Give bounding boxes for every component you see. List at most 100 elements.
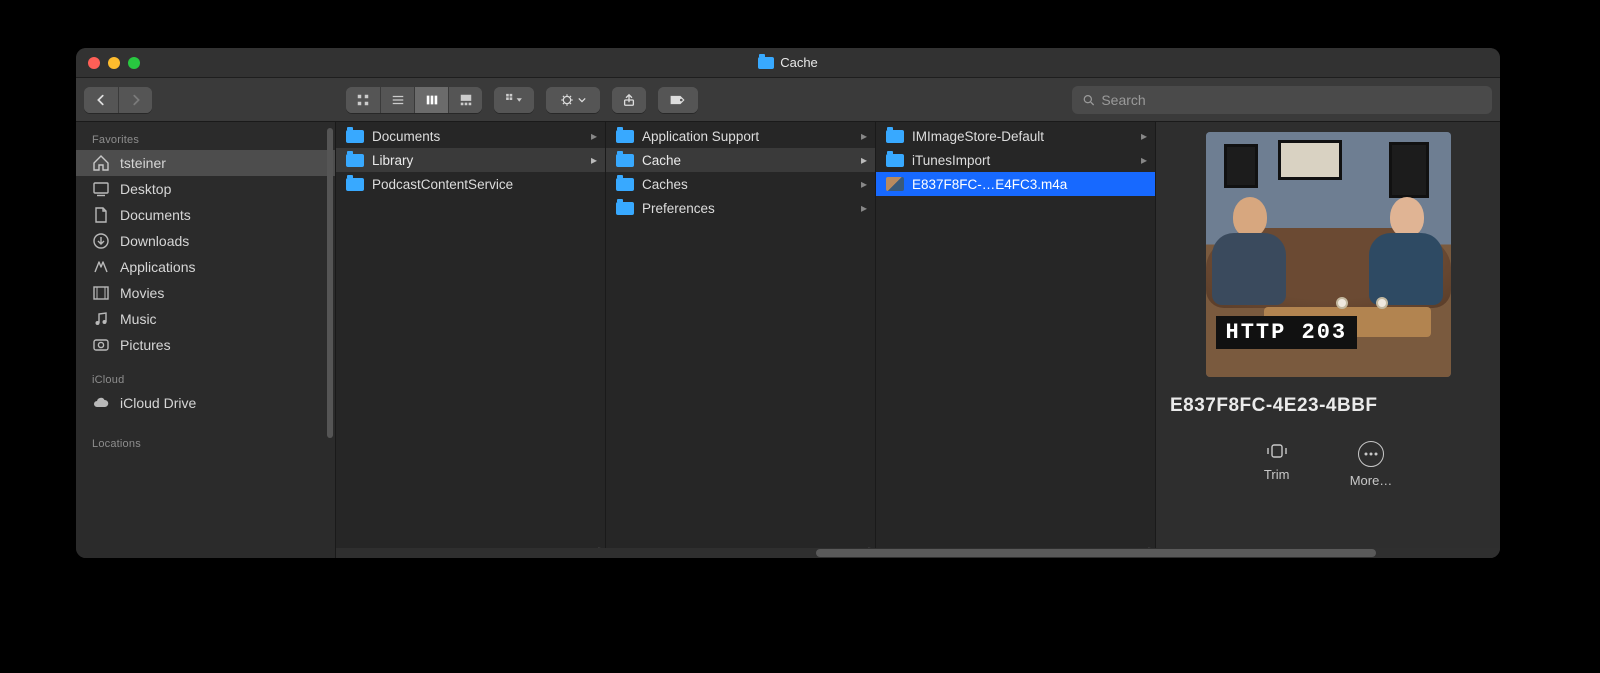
list-item[interactable]: Caches ▸ [606,172,875,196]
more-icon [1358,441,1384,467]
window-title: Cache [758,55,818,70]
tags-button-group [658,87,698,113]
applications-icon [92,259,110,275]
more-label: More… [1350,473,1393,488]
group-by-button-group [494,87,534,113]
sidebar-item-documents[interactable]: Documents [76,202,335,228]
folder-icon [616,130,634,143]
item-label: Caches [642,177,688,192]
horizontal-scrollbar[interactable] [336,548,1500,558]
share-button-group [612,87,646,113]
sidebar-item-downloads[interactable]: Downloads [76,228,335,254]
item-label: E837F8FC-…E4FC3.m4a [912,177,1067,192]
sidebar-item-label: tsteiner [120,155,166,171]
sidebar-item-home[interactable]: tsteiner [76,150,335,176]
trim-button[interactable]: Trim [1264,441,1290,488]
folder-icon [886,154,904,167]
action-menu-group [546,87,600,113]
chevron-right-icon: ▸ [1141,129,1147,143]
scrollbar-thumb[interactable] [816,549,1376,557]
preview-actions: Trim More… [1264,441,1393,488]
sidebar-item-music[interactable]: Music [76,306,335,332]
finder-window: Cache [76,48,1500,558]
zoom-window-button[interactable] [128,57,140,69]
folder-icon [346,178,364,191]
sidebar-item-label: Music [120,311,157,327]
item-label: Library [372,153,413,168]
sidebar-item-movies[interactable]: Movies [76,280,335,306]
sidebar-item-label: Pictures [120,337,171,353]
preview-thumbnail[interactable]: HTTP 203 [1206,132,1451,377]
toolbar [76,78,1500,122]
finder-body: Favorites tsteiner Desktop Documents Dow… [76,122,1500,558]
back-button[interactable] [84,87,118,113]
item-label: iTunesImport [912,153,990,168]
preview-pane: HTTP 203 E837F8FC-4E23-4BBF Trim More… [1156,122,1500,558]
download-icon [92,233,110,249]
desktop-icon [92,181,110,197]
action-menu-button[interactable] [546,87,600,113]
column-3[interactable]: IMImageStore-Default ▸ iTunesImport ▸ E8… [876,122,1156,558]
list-item[interactable]: Documents ▸ [336,124,605,148]
item-label: Documents [372,129,440,144]
search-field[interactable] [1072,86,1492,114]
sidebar-item-pictures[interactable]: Pictures [76,332,335,358]
chevron-right-icon: ▸ [591,153,597,167]
tags-button[interactable] [658,87,698,113]
sidebar-item-label: Downloads [120,233,189,249]
list-view-button[interactable] [380,87,414,113]
chevron-right-icon: ▸ [861,153,867,167]
share-button[interactable] [612,87,646,113]
sidebar-item-icloud-drive[interactable]: iCloud Drive [76,390,335,416]
chevron-right-icon: ▸ [591,129,597,143]
chevron-right-icon: ▸ [861,129,867,143]
document-icon [92,207,110,223]
list-item[interactable]: iTunesImport ▸ [876,148,1155,172]
item-label: IMImageStore-Default [912,129,1044,144]
more-button[interactable]: More… [1350,441,1393,488]
folder-icon [616,154,634,167]
folder-icon [346,130,364,143]
gallery-view-button[interactable] [448,87,482,113]
item-label: Cache [642,153,681,168]
search-input[interactable] [1101,92,1482,108]
file-thumbnail-icon [886,177,904,191]
folder-icon [616,178,634,191]
list-item[interactable]: PodcastContentService [336,172,605,196]
sidebar-section-favorites: Favorites [76,128,335,150]
sidebar-item-desktop[interactable]: Desktop [76,176,335,202]
list-item-selected[interactable]: E837F8FC-…E4FC3.m4a [876,172,1155,196]
sidebar-item-applications[interactable]: Applications [76,254,335,280]
column-1[interactable]: Documents ▸ Library ▸ PodcastContentServ… [336,122,606,558]
chevron-right-icon: ▸ [861,177,867,191]
item-label: Preferences [642,201,715,216]
list-item[interactable]: IMImageStore-Default ▸ [876,124,1155,148]
forward-button[interactable] [118,87,152,113]
folder-icon [616,202,634,215]
list-item[interactable]: Application Support ▸ [606,124,875,148]
sidebar-scrollbar[interactable] [327,128,333,438]
titlebar: Cache [76,48,1500,78]
sidebar-item-label: Movies [120,285,164,301]
group-by-button[interactable] [494,87,534,113]
window-title-text: Cache [780,55,818,70]
list-item[interactable]: Cache ▸ [606,148,875,172]
preview-filename: E837F8FC-4E23-4BBF [1170,395,1486,417]
sidebar-item-label: Applications [120,259,196,275]
list-item[interactable]: Library ▸ [336,148,605,172]
icon-view-button[interactable] [346,87,380,113]
preview-badge: HTTP 203 [1216,316,1358,349]
chevron-right-icon: ▸ [861,201,867,215]
list-item[interactable]: Preferences ▸ [606,196,875,220]
pictures-icon [92,337,110,353]
view-mode-buttons [346,87,482,113]
minimize-window-button[interactable] [108,57,120,69]
sidebar-section-icloud: iCloud [76,368,335,390]
column-view: Documents ▸ Library ▸ PodcastContentServ… [336,122,1500,558]
item-label: Application Support [642,129,759,144]
nav-buttons [84,87,152,113]
column-2[interactable]: Application Support ▸ Cache ▸ Caches ▸ P… [606,122,876,558]
trim-icon [1264,441,1290,461]
close-window-button[interactable] [88,57,100,69]
column-view-button[interactable] [414,87,448,113]
